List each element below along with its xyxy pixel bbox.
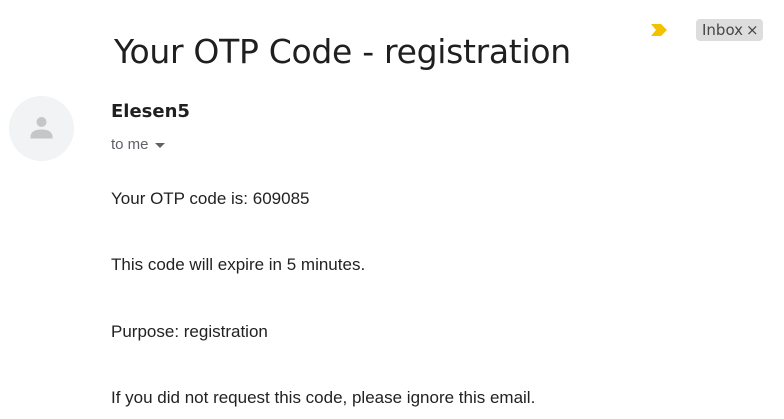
inbox-label-chip: Inbox × — [696, 19, 763, 41]
sender-avatar[interactable] — [9, 96, 74, 161]
sender-name[interactable]: Elesen5 — [111, 100, 190, 124]
email-body-otp-line: Your OTP code is: 609085 — [111, 189, 310, 208]
remove-label-icon[interactable]: × — [746, 21, 759, 39]
recipient-details-toggle[interactable]: to me — [111, 135, 165, 155]
recipient-label: to me — [111, 136, 149, 153]
email-subject: Your OTP Code - registration — [114, 32, 571, 72]
email-body-expiry-line: This code will expire in 5 minutes. — [111, 255, 366, 274]
email-body-disclaimer-line: If you did not request this code, please… — [111, 388, 536, 407]
importance-marker-icon[interactable] — [651, 24, 667, 36]
email-body-purpose-line: Purpose: registration — [111, 322, 268, 341]
default-person-avatar-icon — [9, 96, 74, 161]
caret-down-icon — [154, 142, 165, 148]
email-header: Your OTP Code - registration Inbox × — [0, 0, 784, 71]
inbox-label-text: Inbox — [702, 21, 744, 39]
